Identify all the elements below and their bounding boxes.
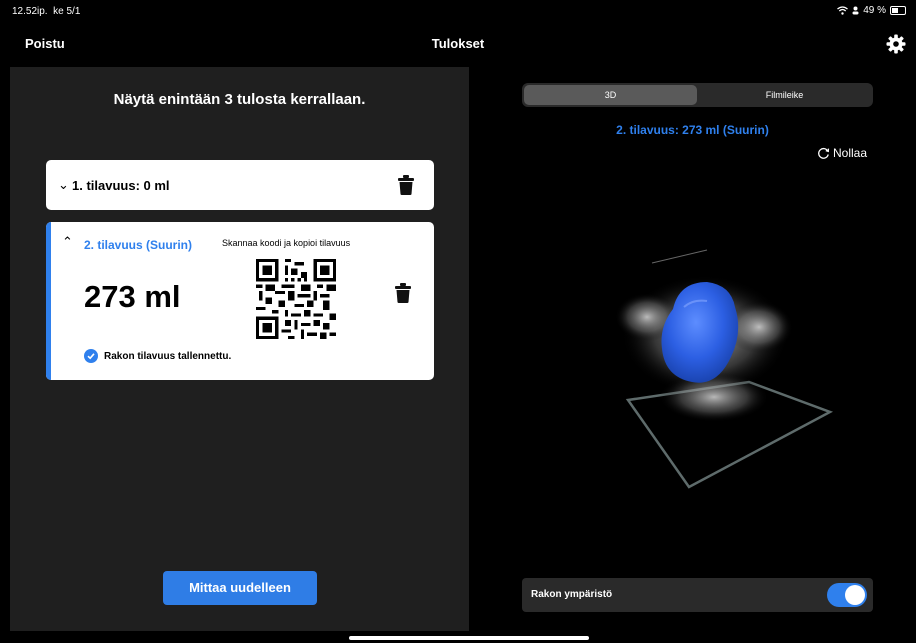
wifi-icon [837, 6, 849, 15]
battery-icon [890, 6, 906, 15]
viewer-volume-heading: 2. tilavuus: 273 ml (Suurin) [616, 123, 769, 137]
tab-filmileike[interactable]: Filmileike [698, 85, 871, 105]
gear-icon[interactable] [886, 34, 906, 54]
nav-bar: Poistu Tulokset [0, 22, 916, 67]
saved-status: Rakon tilavuus tallennettu. [104, 351, 232, 362]
env-label: Rakon ympäristö [531, 589, 613, 600]
trash-icon[interactable] [398, 175, 414, 195]
trash-icon[interactable] [395, 283, 411, 303]
volume-value: 273 ml [84, 279, 181, 314]
battery-percent: 49 % [863, 5, 886, 16]
measure-again-button[interactable]: Mittaa uudelleen [163, 571, 317, 605]
results-heading: Näytä enintään 3 tulosta kerrallaan. [113, 91, 366, 108]
status-bar: 12.52ip. ke 5/1 49 % [0, 0, 916, 22]
reset-label: Nollaa [833, 146, 868, 160]
status-time: 12.52ip. [12, 6, 48, 17]
bladder-3d-render[interactable] [589, 237, 849, 507]
toggle-knob [845, 585, 865, 605]
env-toggle[interactable] [827, 583, 867, 607]
status-date: ke 5/1 [53, 6, 81, 17]
result-card-2[interactable]: ⌃ 2. tilavuus (Suurin) Skannaa koodi ja … [46, 222, 434, 380]
reset-button[interactable]: Nollaa [817, 146, 867, 160]
refresh-icon [818, 147, 830, 159]
status-indicators: 49 % [837, 5, 906, 16]
qr-code [256, 259, 336, 339]
bladder-environment-row: Rakon ympäristö [522, 578, 873, 612]
result-card-2-title: 2. tilavuus (Suurin) [84, 238, 193, 252]
view-mode-segmented-control: 3D Filmileike [522, 83, 873, 107]
location-icon [852, 6, 859, 15]
checkmark-icon [84, 349, 98, 363]
result-card-1-label: 1. tilavuus: 0 ml [72, 178, 170, 193]
selected-accent-bar [46, 222, 51, 380]
scan-instruction: Skannaa koodi ja kopioi tilavuus [222, 238, 351, 248]
page-title: Tulokset [431, 36, 485, 51]
result-card-1[interactable]: ⌄ 1. tilavuus: 0 ml [46, 160, 434, 210]
home-indicator[interactable] [349, 636, 589, 640]
chevron-up-icon[interactable]: ⌃ [62, 234, 73, 250]
tab-3d[interactable]: 3D [524, 85, 697, 105]
viewer-panel: 3D Filmileike 2. tilavuus: 273 ml (Suuri… [469, 67, 916, 631]
status-time-date: 12.52ip. ke 5/1 [12, 6, 80, 17]
results-panel: Näytä enintään 3 tulosta kerrallaan. ⌄ 1… [10, 67, 469, 631]
chevron-down-icon[interactable]: ⌄ [58, 177, 69, 193]
